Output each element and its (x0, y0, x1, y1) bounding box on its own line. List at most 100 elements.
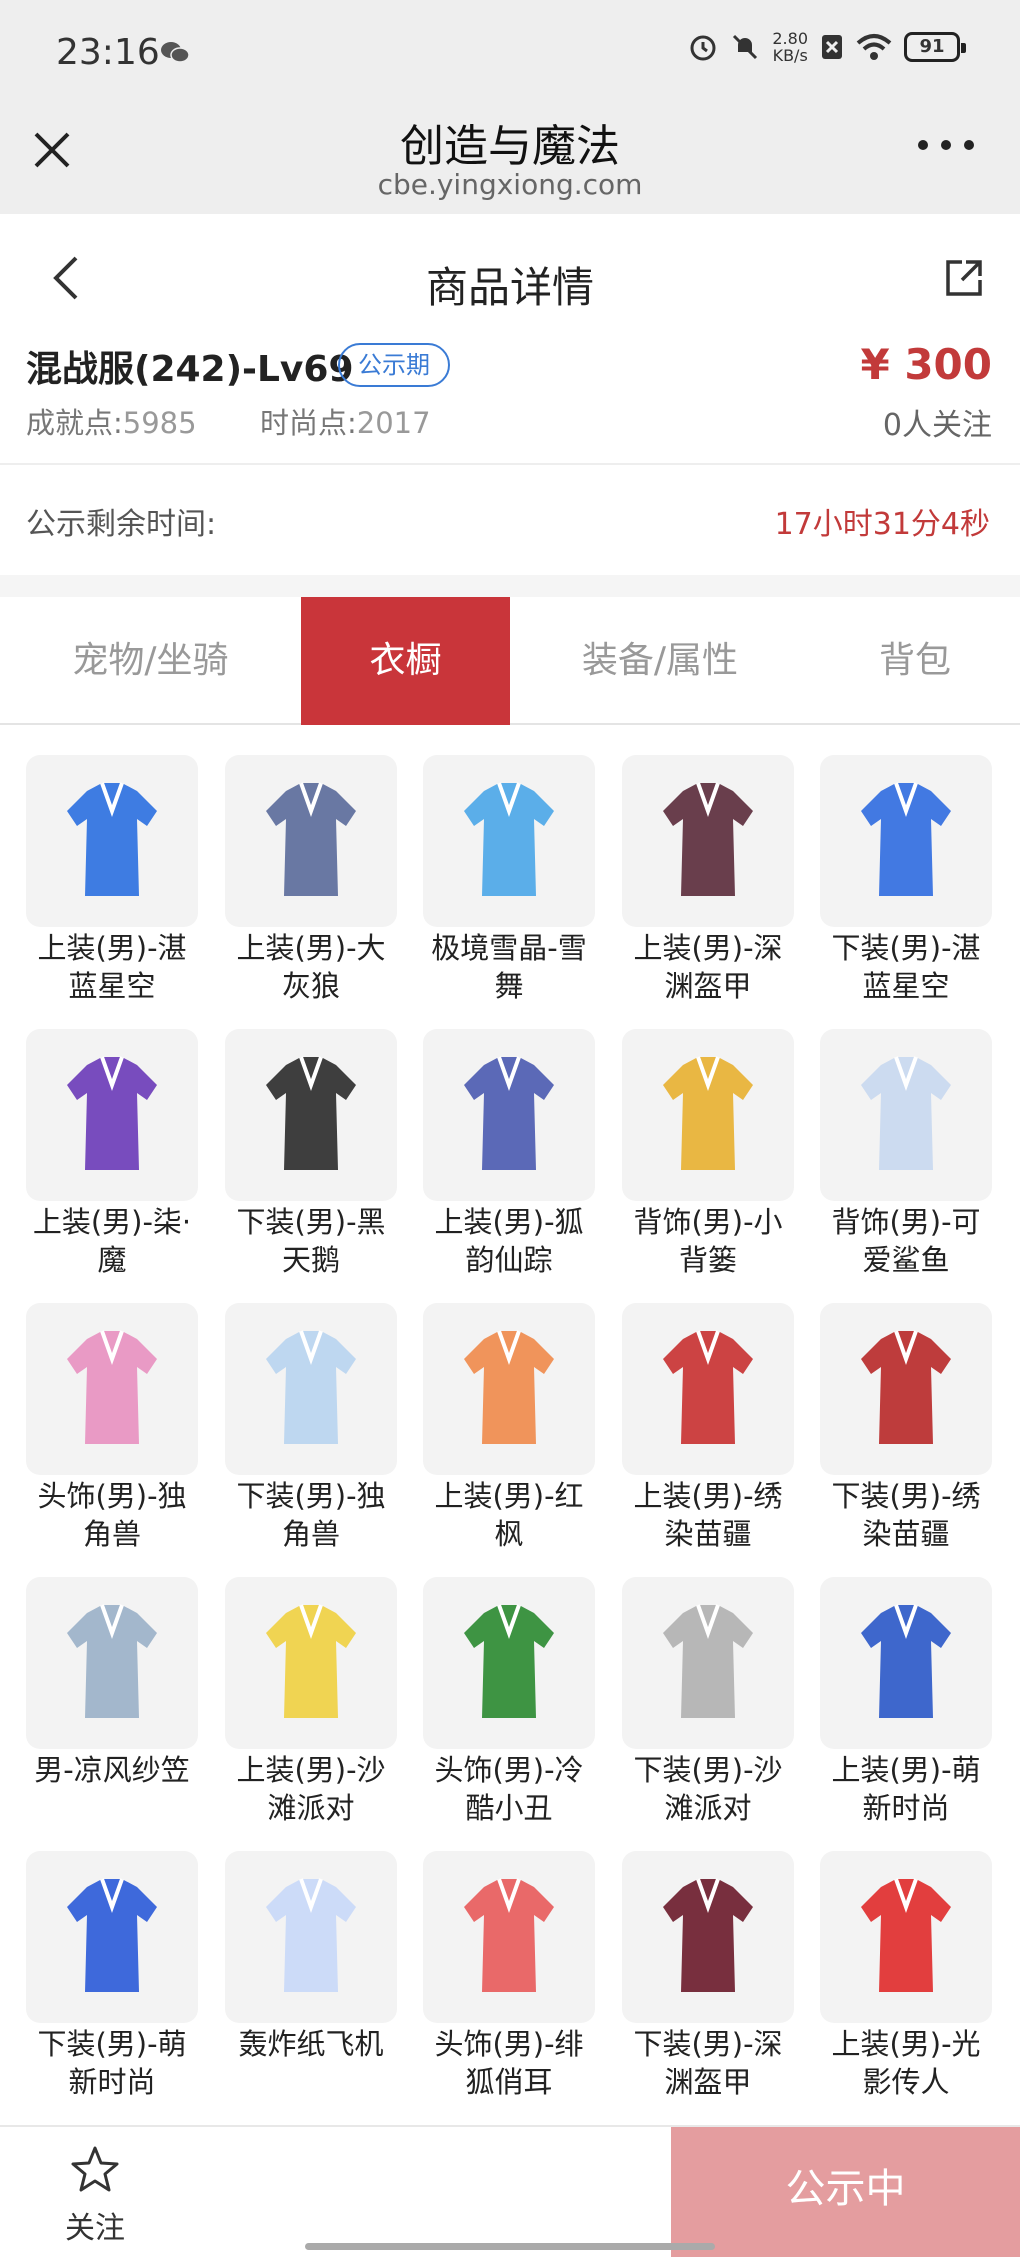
wardrobe-item-label: 上装(男)-大灰狼 (236, 931, 386, 1003)
no-sim-icon (822, 35, 842, 59)
wardrobe-item[interactable]: 下装(男)-绣染苗疆 (820, 1303, 992, 1553)
fox-robe-icon (464, 1056, 554, 1170)
home-indicator[interactable] (305, 2243, 715, 2250)
wardrobe-item-label: 上装(男)-红枫 (434, 1479, 584, 1551)
tab-wardrobe[interactable]: 衣橱 (301, 597, 510, 725)
wardrobe-item[interactable]: 极境雪晶-雪舞 (423, 755, 595, 1005)
wardrobe-item[interactable]: 上装(男)-光影传人 (820, 1851, 992, 2101)
item-summary: 混战服(242)-Lv69 公示期 成就点:5985 时尚点:2017 ¥ 30… (0, 340, 1020, 465)
flower-basket-icon (663, 1056, 753, 1170)
wardrobe-item-label: 下装(男)-湛蓝星空 (831, 931, 981, 1003)
battery-indicator: 91 (904, 32, 966, 62)
blue-star-jacket-icon (67, 782, 157, 896)
miao-embroidered-skirt-icon (861, 1330, 951, 1444)
black-swan-boots-icon (266, 1056, 356, 1170)
wardrobe-item-label: 头饰(男)-独角兽 (37, 1479, 187, 1551)
item-name: 混战服(242)-Lv69 (26, 349, 354, 390)
beach-party-top-icon (266, 1604, 356, 1718)
wardrobe-item-label: 上装(男)-光影传人 (831, 2027, 981, 2099)
fox-ears-icon (464, 1878, 554, 1992)
wardrobe-item[interactable]: 头饰(男)-绯狐俏耳 (423, 1851, 595, 2101)
tab-pets-mounts[interactable]: 宠物/坐骑 (0, 597, 301, 725)
wardrobe-item[interactable]: 头饰(男)-独角兽 (26, 1303, 198, 1553)
wardrobe-item-label: 下装(男)-黑天鹅 (236, 1205, 386, 1277)
wardrobe-item-label: 上装(男)-沙滩派对 (236, 1753, 386, 1825)
wardrobe-item[interactable]: 上装(男)-大灰狼 (225, 755, 397, 1005)
wardrobe-item[interactable]: 上装(男)-湛蓝星空 (26, 755, 198, 1005)
status-badge: 公示期 (338, 343, 450, 387)
fashion-value: 2017 (356, 406, 431, 440)
item-thumbnail (622, 1029, 794, 1201)
grey-wolf-top-icon (266, 782, 356, 896)
bottom-action-bar: 关注 公示中 (0, 2125, 1020, 2257)
item-thumbnail (820, 1577, 992, 1749)
joker-mask-icon (464, 1604, 554, 1718)
wardrobe-item[interactable]: 背饰(男)-小背篓 (622, 1029, 794, 1279)
speed-unit: KB/s (772, 46, 808, 65)
wardrobe-item[interactable]: 头饰(男)-冷酷小丑 (423, 1577, 595, 1827)
browser-title: 创造与魔法 (400, 121, 620, 172)
unicorn-hood-icon (67, 1330, 157, 1444)
item-thumbnail (26, 1029, 198, 1201)
tab-equipment-attributes[interactable]: 装备/属性 (510, 597, 810, 725)
wardrobe-item[interactable]: 轰炸纸飞机 (225, 1851, 397, 2063)
follower-count: 0人关注 (882, 408, 992, 443)
miao-embroidered-top-icon (663, 1330, 753, 1444)
purple-demon-coat-icon (67, 1056, 157, 1170)
wechat-icon (161, 42, 190, 63)
beach-party-legs-icon (663, 1604, 753, 1718)
red-hoodie-icon (861, 1878, 951, 1992)
unicorn-shoes-icon (266, 1330, 356, 1444)
tab-backpack[interactable]: 背包 (810, 597, 1020, 725)
wardrobe-item-label: 头饰(男)-冷酷小丑 (434, 1753, 584, 1825)
countdown-label: 公示剩余时间: (26, 507, 217, 542)
browser-bar: 创造与魔法 cbe.yingxiong.com (0, 110, 1020, 214)
publicity-status-button[interactable]: 公示中 (671, 2127, 1020, 2257)
fashion-points: 时尚点:2017 (260, 400, 431, 442)
wardrobe-item[interactable]: 男-凉风纱笠 (26, 1577, 198, 1789)
wardrobe-item[interactable]: 下装(男)-黑天鹅 (225, 1029, 397, 1279)
newbie-fashion-pants-icon (67, 1878, 157, 1992)
wardrobe-item-label: 上装(男)-狐韵仙踪 (434, 1205, 584, 1277)
network-speed: 2.80 KB/s (772, 30, 808, 64)
wardrobe-item[interactable]: 上装(男)-萌新时尚 (820, 1577, 992, 1827)
item-thumbnail (225, 1851, 397, 2023)
star-icon (71, 2146, 119, 2192)
wardrobe-item[interactable]: 上装(男)-绣染苗疆 (622, 1303, 794, 1553)
wardrobe-item[interactable]: 下装(男)-沙滩派对 (622, 1577, 794, 1827)
wardrobe-item[interactable]: 上装(男)-红枫 (423, 1303, 595, 1553)
more-icon[interactable] (918, 140, 974, 156)
item-thumbnail (225, 755, 397, 927)
wardrobe-item[interactable]: 上装(男)-柒·魔 (26, 1029, 198, 1279)
wardrobe-item-label: 背饰(男)-小背篓 (633, 1205, 783, 1277)
abyss-armor-legs-icon (663, 1878, 753, 1992)
wardrobe-item[interactable]: 下装(男)-深渊盔甲 (622, 1851, 794, 2101)
item-thumbnail (423, 755, 595, 927)
wardrobe-item[interactable]: 上装(男)-沙滩派对 (225, 1577, 397, 1827)
item-thumbnail (622, 1851, 794, 2023)
wardrobe-item[interactable]: 上装(男)-深渊盔甲 (622, 755, 794, 1005)
alarm-icon (690, 35, 716, 61)
wardrobe-item[interactable]: 下装(男)-独角兽 (225, 1303, 397, 1553)
tab-bar: 宠物/坐骑 衣橱 装备/属性 背包 (0, 597, 1020, 725)
follow-label: 关注 (65, 2211, 125, 2246)
wardrobe-item-label: 头饰(男)-绯狐俏耳 (434, 2027, 584, 2099)
wardrobe-item[interactable]: 上装(男)-狐韵仙踪 (423, 1029, 595, 1279)
item-thumbnail (26, 1303, 198, 1475)
follow-button[interactable]: 关注 (30, 2127, 160, 2257)
wardrobe-item[interactable]: 下装(男)-萌新时尚 (26, 1851, 198, 2101)
achievement-value: 5985 (122, 406, 197, 440)
share-icon[interactable] (944, 258, 984, 298)
wardrobe-item-label: 下装(男)-独角兽 (236, 1479, 386, 1551)
wardrobe-item[interactable]: 背饰(男)-可爱鲨鱼 (820, 1029, 992, 1279)
wardrobe-item-label: 下装(男)-绣染苗疆 (831, 1479, 981, 1551)
wardrobe-item[interactable]: 下装(男)-湛蓝星空 (820, 755, 992, 1005)
wardrobe-item-label: 男-凉风纱笠 (34, 1753, 190, 1787)
wifi-icon (856, 34, 892, 60)
item-thumbnail (423, 1303, 595, 1475)
item-price: ¥ 300 (860, 340, 992, 389)
achievement-points: 成就点:5985 (26, 400, 197, 442)
speed-value: 2.80 (772, 29, 808, 48)
wardrobe-item-label: 下装(男)-萌新时尚 (37, 2027, 187, 2099)
item-thumbnail (622, 1577, 794, 1749)
